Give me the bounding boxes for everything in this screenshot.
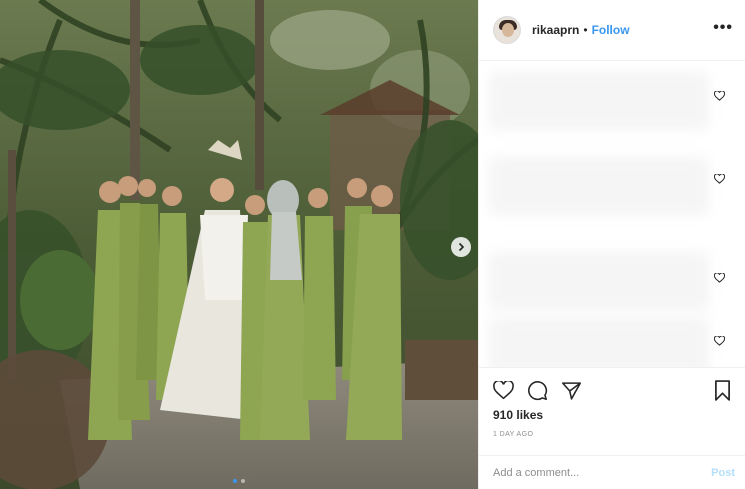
add-comment-input[interactable] bbox=[493, 466, 712, 479]
comment-like-icon[interactable] bbox=[714, 91, 725, 101]
comment-placeholder bbox=[489, 157, 709, 215]
post-side-panel: rikaaprn • Follow ••• 910 likes 1 DAY AG… bbox=[478, 0, 745, 489]
post-timestamp[interactable]: 1 DAY AGO bbox=[479, 422, 745, 438]
comment-button[interactable] bbox=[527, 380, 548, 401]
follow-button[interactable]: Follow bbox=[592, 23, 630, 37]
carousel-dot-active bbox=[233, 479, 237, 483]
heart-icon bbox=[493, 381, 514, 400]
share-button[interactable] bbox=[561, 381, 582, 401]
photo-illustration bbox=[0, 0, 478, 489]
comment-like-icon[interactable] bbox=[714, 336, 725, 346]
comments-list[interactable] bbox=[479, 62, 745, 367]
post-header: rikaaprn • Follow ••• bbox=[479, 0, 745, 61]
bookmark-icon bbox=[715, 380, 730, 401]
comment-placeholder bbox=[489, 317, 709, 367]
post-comment-button[interactable]: Post bbox=[711, 467, 735, 479]
carousel-dot bbox=[241, 479, 245, 483]
username-link[interactable]: rikaaprn bbox=[532, 23, 579, 37]
comment-icon bbox=[528, 381, 548, 401]
save-button[interactable] bbox=[714, 380, 731, 401]
more-options-button[interactable]: ••• bbox=[713, 19, 733, 37]
header-separator: • bbox=[583, 23, 588, 37]
comment-placeholder bbox=[489, 252, 709, 310]
carousel-next-button[interactable] bbox=[451, 237, 471, 257]
like-button[interactable] bbox=[493, 381, 514, 400]
comment-placeholder bbox=[489, 72, 709, 130]
carousel-indicator bbox=[0, 479, 478, 483]
chevron-right-icon bbox=[458, 242, 465, 252]
comment-like-icon[interactable] bbox=[714, 174, 725, 184]
post-actions: 910 likes 1 DAY AGO bbox=[479, 367, 745, 438]
instagram-post-view: rikaaprn • Follow ••• 910 likes 1 DAY AG… bbox=[0, 0, 745, 489]
comment-like-icon[interactable] bbox=[714, 273, 725, 283]
likes-count[interactable]: 910 likes bbox=[479, 406, 745, 422]
share-icon bbox=[561, 381, 582, 400]
post-photo[interactable] bbox=[0, 0, 478, 489]
avatar[interactable] bbox=[493, 16, 521, 44]
add-comment-bar: Post bbox=[479, 455, 745, 489]
